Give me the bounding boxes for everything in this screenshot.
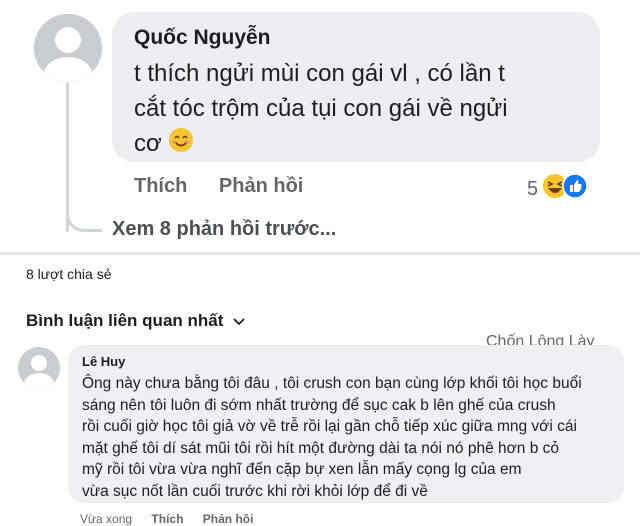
like-button[interactable]: Thích <box>134 175 187 197</box>
thread-connector <box>66 196 102 232</box>
comment-author[interactable]: Lê Huy <box>82 354 125 369</box>
top-comment-panel: Quốc Nguyễn t thích ngửi mùi con gái vl … <box>0 0 640 252</box>
comment-bubble: Lê Huy Ông này chưa bằng tôi đâu , tôi c… <box>68 345 624 503</box>
like-reaction-icon <box>562 173 588 205</box>
view-more-replies-link[interactable]: Xem 8 phản hồi trước... <box>112 218 336 241</box>
comment-line: cơ <box>134 126 584 163</box>
avatar-icon[interactable] <box>18 347 60 389</box>
comment-text: Ông này chưa bằng tôi đâu , tôi crush co… <box>82 373 618 502</box>
comment-line: rồi cuối giờ học tôi giả vờ về trễ rồi l… <box>82 418 577 435</box>
share-count[interactable]: 8 lượt chia sẻ <box>26 266 111 282</box>
comment-line: cắt tóc trộm của tụi con gái về ngửi <box>134 95 508 122</box>
reply-button[interactable]: Phản hồi <box>219 175 303 197</box>
comment-line: vừa sục nốt lần cuối trước khi rời khỏi … <box>82 482 428 500</box>
comment-line: Ông này chưa bằng tôi đâu , tôi crush co… <box>82 375 582 392</box>
bottom-comment-panel: 8 lượt chia sẻ Bình luận liên quan nhất … <box>0 255 640 526</box>
avatar-icon[interactable] <box>34 14 102 82</box>
sort-label: Bình luận liên quan nhất <box>26 311 224 330</box>
comment-timestamp: Vừa xong <box>80 512 133 526</box>
comment-line: t thích ngửi mùi con gái vl , có lần t <box>134 60 505 87</box>
comment-line: mỹ rồi tôi vừa vừa nghĩ đến cặp bự xen l… <box>82 461 522 478</box>
comment-sort-dropdown[interactable]: Bình luận liên quan nhất <box>26 311 246 331</box>
smiling-emoji-icon <box>168 127 194 163</box>
reaction-summary[interactable]: 5 <box>527 173 588 205</box>
comment-line: sáng nên tôi luôn đi sớm nhất trường để … <box>82 396 556 414</box>
comment-actions: Thích Phản hồi <box>134 175 329 198</box>
comment-bubble: Quốc Nguyễn t thích ngửi mùi con gái vl … <box>112 12 600 162</box>
comment-line: mặt ghế tôi dí sát mũi tôi rồi hít một đ… <box>82 439 560 457</box>
comment-text: t thích ngửi mùi con gái vl , có lần t c… <box>134 56 584 163</box>
reply-button[interactable]: Phản hồi <box>203 512 254 526</box>
like-button[interactable]: Thích <box>151 512 183 526</box>
comment-author[interactable]: Quốc Nguyễn <box>134 26 271 50</box>
reaction-count: 5 <box>527 177 539 200</box>
chevron-down-icon <box>233 311 246 331</box>
comment-actions: Vừa xong Thích Phản hồi <box>80 512 269 526</box>
